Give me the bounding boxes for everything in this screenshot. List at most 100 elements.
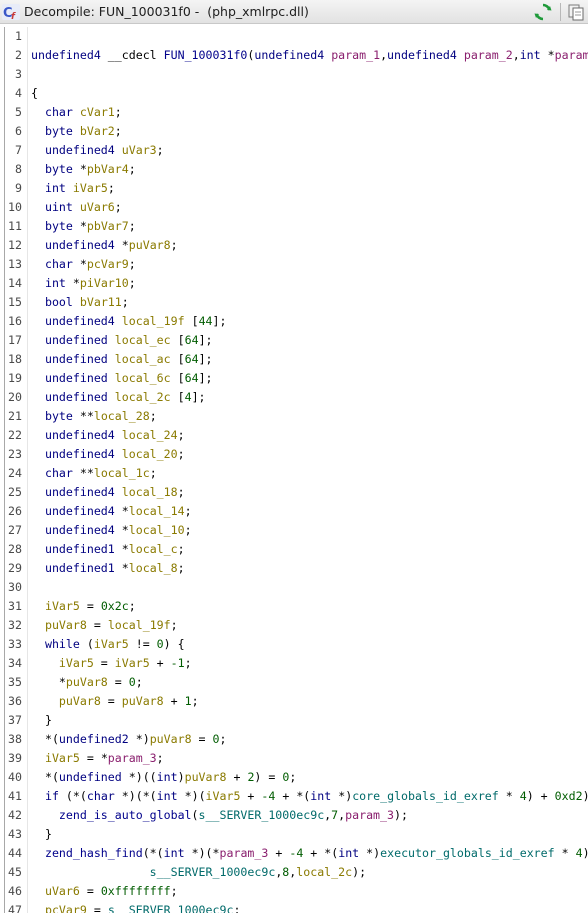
variable-token[interactable]: local_14 xyxy=(129,504,185,518)
code-text[interactable]: zend_hash_find(*(int *)(*param_3 + -4 + … xyxy=(31,844,588,863)
code-line[interactable]: 21 byte **local_28; xyxy=(0,407,588,426)
code-text[interactable]: { xyxy=(31,84,38,103)
code-line[interactable]: 24 char **local_1c; xyxy=(0,464,588,483)
code-text[interactable]: byte **local_28; xyxy=(31,407,157,426)
parameter-token[interactable]: param_3 xyxy=(220,846,269,860)
variable-token[interactable]: iVar5 xyxy=(45,599,80,613)
global-token[interactable]: s__SERVER_1000ec9c xyxy=(199,808,325,822)
code-line[interactable]: 39 iVar5 = *param_3; xyxy=(0,749,588,768)
code-line[interactable]: 25 undefined4 local_18; xyxy=(0,483,588,502)
code-text[interactable]: undefined4 *puVar8; xyxy=(31,236,178,255)
code-text[interactable]: puVar8 = local_19f; xyxy=(31,616,178,635)
variable-token[interactable]: pcVar9 xyxy=(87,257,129,271)
code-line[interactable]: 1 xyxy=(0,27,588,46)
variable-token[interactable]: puVar8 xyxy=(185,770,227,784)
code-text[interactable]: undefined4 *local_14; xyxy=(31,502,192,521)
code-text[interactable]: int iVar5; xyxy=(31,179,115,198)
variable-token[interactable]: local_28 xyxy=(94,409,150,423)
code-text[interactable]: zend_is_auto_global(s__SERVER_1000ec9c,7… xyxy=(31,806,408,825)
code-line[interactable]: 13 char *pcVar9; xyxy=(0,255,588,274)
variable-token[interactable]: puVar8 xyxy=(150,732,192,746)
code-line[interactable]: 45 s__SERVER_1000ec9c,8,local_2c); xyxy=(0,863,588,882)
code-line[interactable]: 33 while (iVar5 != 0) { xyxy=(0,635,588,654)
code-line[interactable]: 40 *(undefined *)((int)puVar8 + 2) = 0; xyxy=(0,768,588,787)
parameter-token[interactable]: param_3 xyxy=(345,808,394,822)
global-token[interactable]: s__SERVER_1000ec9c xyxy=(108,903,234,913)
code-line[interactable]: 18 undefined local_ac [64]; xyxy=(0,350,588,369)
refresh-icon[interactable] xyxy=(533,2,553,22)
code-text[interactable]: if (*(char *)(*(int *)(iVar5 + -4 + *(in… xyxy=(31,787,588,806)
code-text[interactable]: iVar5 = 0x2c; xyxy=(31,597,136,616)
parameter-token[interactable]: param_3 xyxy=(108,751,157,765)
variable-token[interactable]: local_19f xyxy=(108,618,171,632)
variable-token[interactable]: iVar5 xyxy=(59,656,94,670)
global-token[interactable]: core_globals_id_exref xyxy=(352,789,499,803)
variable-token[interactable]: uVar3 xyxy=(122,143,157,157)
function-token[interactable]: FUN_100031f0 xyxy=(164,48,248,62)
code-line[interactable]: 15 bool bVar11; xyxy=(0,293,588,312)
variable-token[interactable]: iVar5 xyxy=(94,637,129,651)
variable-token[interactable]: local_2c xyxy=(296,865,352,879)
variable-token[interactable]: iVar5 xyxy=(45,751,80,765)
code-line[interactable]: 43 } xyxy=(0,825,588,844)
code-text[interactable]: undefined local_ac [64]; xyxy=(31,350,213,369)
variable-token[interactable]: cVar1 xyxy=(80,105,115,119)
code-line[interactable]: 20 undefined local_2c [4]; xyxy=(0,388,588,407)
code-line[interactable]: 47 pcVar9 = s__SERVER_1000ec9c; xyxy=(0,901,588,913)
code-text[interactable]: pcVar9 = s__SERVER_1000ec9c; xyxy=(31,901,240,913)
code-text[interactable]: undefined1 *local_8; xyxy=(31,559,185,578)
code-text[interactable]: s__SERVER_1000ec9c,8,local_2c); xyxy=(31,863,366,882)
variable-token[interactable]: puVar8 xyxy=(66,675,108,689)
variable-token[interactable]: pcVar9 xyxy=(45,903,87,913)
code-line[interactable]: 32 puVar8 = local_19f; xyxy=(0,616,588,635)
code-text[interactable]: undefined4 __cdecl FUN_100031f0(undefine… xyxy=(31,46,588,65)
parameter-token[interactable]: param_2 xyxy=(464,48,513,62)
variable-token[interactable]: iVar5 xyxy=(73,181,108,195)
code-text[interactable]: undefined4 local_20; xyxy=(31,445,185,464)
variable-token[interactable]: piVar10 xyxy=(80,276,129,290)
code-text[interactable]: byte *pbVar4; xyxy=(31,160,136,179)
variable-token[interactable]: local_10 xyxy=(129,523,185,537)
code-text[interactable]: int *piVar10; xyxy=(31,274,136,293)
code-line[interactable]: 38 *(undefined2 *)puVar8 = 0; xyxy=(0,730,588,749)
global-token[interactable]: s__SERVER_1000ec9c xyxy=(150,865,276,879)
variable-token[interactable]: puVar8 xyxy=(122,694,164,708)
code-text[interactable]: byte *pbVar7; xyxy=(31,217,136,236)
parameter-token[interactable]: param_3 xyxy=(555,48,588,62)
variable-token[interactable]: pbVar7 xyxy=(87,219,129,233)
variable-token[interactable]: iVar5 xyxy=(115,656,150,670)
variable-token[interactable]: iVar5 xyxy=(206,789,241,803)
code-text[interactable]: char cVar1; xyxy=(31,103,122,122)
code-text[interactable]: *(undefined *)((int)puVar8 + 2) = 0; xyxy=(31,768,296,787)
code-text[interactable]: byte bVar2; xyxy=(31,122,122,141)
code-line[interactable]: 14 int *piVar10; xyxy=(0,274,588,293)
variable-token[interactable]: pbVar4 xyxy=(87,162,129,176)
code-text[interactable]: while (iVar5 != 0) { xyxy=(31,635,185,654)
code-line[interactable]: 19 undefined local_6c [64]; xyxy=(0,369,588,388)
code-line[interactable]: 6 byte bVar2; xyxy=(0,122,588,141)
code-text[interactable]: undefined local_ec [64]; xyxy=(31,331,213,350)
code-line[interactable]: 7 undefined4 uVar3; xyxy=(0,141,588,160)
code-text[interactable]: *puVar8 = 0; xyxy=(31,673,143,692)
code-text[interactable]: undefined local_2c [4]; xyxy=(31,388,206,407)
code-text[interactable]: uint uVar6; xyxy=(31,198,122,217)
code-line[interactable]: 17 undefined local_ec [64]; xyxy=(0,331,588,350)
variable-token[interactable]: local_20 xyxy=(122,447,178,461)
code-line[interactable]: 30 xyxy=(0,578,588,597)
code-text[interactable]: puVar8 = puVar8 + 1; xyxy=(31,692,199,711)
code-text[interactable]: *(undefined2 *)puVar8 = 0; xyxy=(31,730,227,749)
variable-token[interactable]: local_24 xyxy=(122,428,178,442)
code-line[interactable]: 31 iVar5 = 0x2c; xyxy=(0,597,588,616)
code-line[interactable]: 23 undefined4 local_20; xyxy=(0,445,588,464)
variable-token[interactable]: local_18 xyxy=(122,485,178,499)
code-text[interactable]: undefined4 local_18; xyxy=(31,483,185,502)
code-text[interactable]: uVar6 = 0xffffffff; xyxy=(31,882,178,901)
code-text[interactable]: undefined4 *local_10; xyxy=(31,521,192,540)
code-line[interactable]: 5 char cVar1; xyxy=(0,103,588,122)
code-line[interactable]: 3 xyxy=(0,65,588,84)
code-line[interactable]: 36 puVar8 = puVar8 + 1; xyxy=(0,692,588,711)
code-line[interactable]: 4{ xyxy=(0,84,588,103)
code-line[interactable]: 2 undefined4 __cdecl FUN_100031f0(undefin… xyxy=(0,46,588,65)
code-line[interactable]: 42 zend_is_auto_global(s__SERVER_1000ec9… xyxy=(0,806,588,825)
code-line[interactable]: 8 byte *pbVar4; xyxy=(0,160,588,179)
